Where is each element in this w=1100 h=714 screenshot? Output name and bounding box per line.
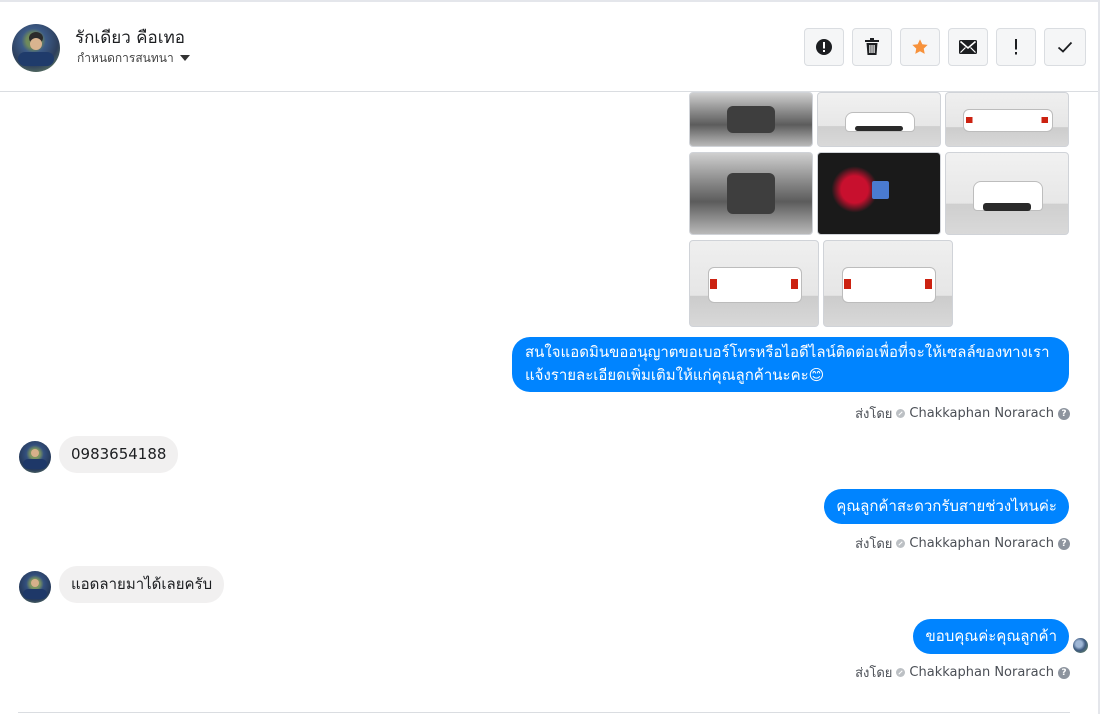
verified-badge-icon <box>896 409 906 418</box>
sent-by-info: ส่งโดย Chakkaphan Norarach ? <box>855 662 1070 683</box>
sender-name[interactable]: Chakkaphan Norarach <box>909 406 1054 421</box>
mail-icon <box>959 40 977 54</box>
image-thumbnail[interactable] <box>817 92 941 147</box>
image-thumbnail[interactable] <box>689 152 813 235</box>
mark-unread-button[interactable] <box>948 28 988 66</box>
sent-by-label: ส่งโดย <box>855 666 893 681</box>
mark-done-button[interactable] <box>1044 28 1086 66</box>
seen-indicator-avatar <box>1073 638 1088 653</box>
star-button[interactable] <box>900 28 940 66</box>
sent-by-info: ส่งโดย Chakkaphan Norarach ? <box>855 533 1070 554</box>
schedule-label: กำหนดการสนทนา <box>77 51 174 65</box>
message-text-line: แจ้งรายละเอียดเพิ่มเติมให้แก่คุณลูกค้านะ… <box>525 366 825 384</box>
conversation-header: รักเดียว คือเทอ กำหนดการสนทนา <box>0 2 1098 92</box>
mark-spam-button[interactable] <box>804 28 844 66</box>
contact-avatar[interactable] <box>12 24 60 72</box>
composer-divider <box>18 712 1070 713</box>
image-thumbnail[interactable] <box>823 240 953 327</box>
checkmark-icon <box>1057 41 1073 53</box>
trash-icon <box>865 38 879 55</box>
verified-badge-icon <box>896 668 906 677</box>
outgoing-message-bubble[interactable]: สนใจแอดมินขออนุญาตขอเบอร์โทรหรือไอดีไลน์… <box>512 337 1069 392</box>
alert-circle-icon <box>816 39 832 55</box>
image-thumbnail[interactable] <box>689 240 819 327</box>
image-thumbnail[interactable] <box>945 92 1069 147</box>
contact-name[interactable]: รักเดียว คือเทอ <box>75 24 185 51</box>
help-icon[interactable]: ? <box>1058 666 1070 679</box>
incoming-message-bubble[interactable]: 0983654188 <box>59 436 179 473</box>
exclamation-icon <box>1015 39 1017 55</box>
sent-by-info: ส่งโดย Chakkaphan Norarach ? <box>855 403 1070 424</box>
star-icon <box>912 39 928 54</box>
help-icon[interactable]: ? <box>1058 407 1070 420</box>
outgoing-message-bubble[interactable]: ขอบคุณค่ะคุณลูกค้า <box>913 619 1069 654</box>
contact-avatar-small[interactable] <box>19 441 51 473</box>
follow-up-button[interactable] <box>996 28 1036 66</box>
caret-down-icon <box>179 55 190 61</box>
verified-badge-icon <box>896 539 906 548</box>
image-thumbnail[interactable] <box>945 152 1069 235</box>
incoming-message-bubble[interactable]: แอดลายมาได้เลยครับ <box>59 566 225 603</box>
sender-name[interactable]: Chakkaphan Norarach <box>909 665 1054 680</box>
help-icon[interactable]: ? <box>1058 537 1070 550</box>
delete-button[interactable] <box>852 28 892 66</box>
image-thumbnail[interactable] <box>817 152 941 235</box>
sent-by-label: ส่งโดย <box>855 537 893 552</box>
conversation-schedule-dropdown[interactable]: กำหนดการสนทนา <box>77 49 190 68</box>
sent-by-label: ส่งโดย <box>855 407 893 422</box>
contact-avatar-small[interactable] <box>19 571 51 603</box>
image-thumbnail[interactable] <box>689 92 813 147</box>
sender-name[interactable]: Chakkaphan Norarach <box>909 536 1054 551</box>
outgoing-message-bubble[interactable]: คุณลูกค้าสะดวกรับสายช่วงไหนค่ะ <box>824 489 1069 524</box>
message-text-line: สนใจแอดมินขออนุญาตขอเบอร์โทรหรือไอดีไลน์… <box>525 343 1050 361</box>
